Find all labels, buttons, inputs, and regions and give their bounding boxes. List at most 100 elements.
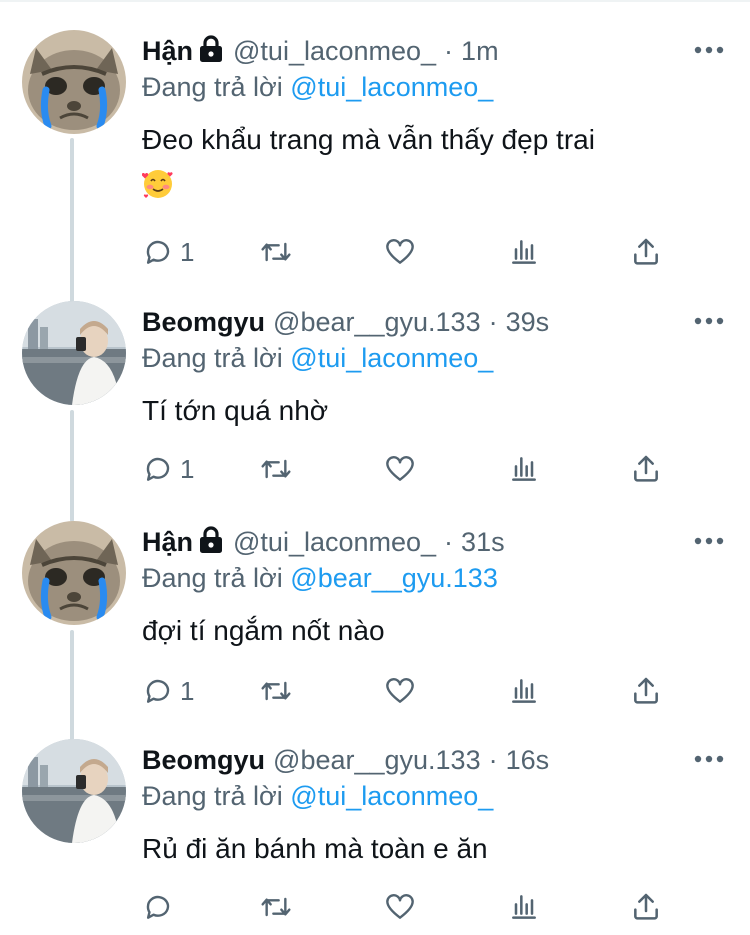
replying-to-label: Đang trả lời [142,781,283,811]
reply-count: 1 [180,453,195,484]
avatar-beomgyu[interactable] [22,301,126,405]
separator-dot: · [488,306,498,337]
tweet-header: Beomgyu @bear__gyu.133 · 16s [142,743,549,777]
replying-to-label: Đang trả lời [142,72,283,102]
tweet-text-body: Đeo khẩu trang mà vẫn thấy đẹp trai [142,124,595,155]
views-icon [512,895,536,919]
display-name[interactable]: Hận [142,36,193,67]
share-button[interactable] [630,673,662,709]
heart-icon [386,678,414,703]
tweet-actions: 1 [142,451,672,487]
replying-to: Đang trả lời @bear__gyu.133 [142,563,498,594]
thread-line [70,630,74,742]
user-handle[interactable]: @bear__gyu.133 [273,307,481,338]
separator-dot: · [444,526,454,557]
reply-icon [146,240,170,264]
views-button[interactable] [508,234,540,270]
views-icon [512,240,536,264]
heart-icon [386,239,414,264]
like-button[interactable] [384,234,416,270]
retweet-icon [261,897,291,917]
reply-button[interactable]: 1 [142,234,194,270]
tweet-text-body: Rủ đi ăn bánh mà toàn e ăn [142,833,488,864]
retweet-button[interactable] [260,673,292,709]
share-button[interactable] [630,234,662,270]
retweet-icon [261,459,291,479]
replying-to-mention[interactable]: @tui_laconmeo_ [290,72,493,102]
heart-icon [386,456,414,481]
reply-icon [146,457,170,481]
lock-icon [197,34,225,64]
tweet-header: Hận @tui_laconmeo_ · 1m [142,34,499,68]
replying-to-mention[interactable]: @bear__gyu.133 [290,563,498,593]
replying-to-mention[interactable]: @tui_laconmeo_ [290,781,493,811]
views-button[interactable] [508,673,540,709]
share-icon [634,238,658,265]
timestamp[interactable]: 39s [506,307,550,338]
views-icon [512,457,536,481]
like-button[interactable] [384,889,416,925]
more-options-icon[interactable] [694,313,724,325]
user-handle[interactable]: @tui_laconmeo_ [233,36,436,67]
avatar-beomgyu[interactable] [22,739,126,843]
more-options-icon[interactable] [694,751,724,763]
replying-to: Đang trả lời @tui_laconmeo_ [142,781,493,812]
separator-dot: · [444,35,454,66]
thread-line [70,410,74,522]
tweet-text: đợi tí ngắm nốt nào [142,609,702,653]
display-name[interactable]: Hận [142,527,193,558]
reply-icon [146,895,170,919]
tweet-actions: 1 [142,234,672,270]
tweet-text-body: Tí tớn quá nhờ [142,395,329,426]
like-button[interactable] [384,673,416,709]
retweet-icon [261,242,291,262]
views-button[interactable] [508,889,540,925]
reply-button[interactable]: 1 [142,451,194,487]
share-icon [634,677,658,704]
tweet-text: Đeo khẩu trang mà vẫn thấy đẹp trai [141,118,702,213]
more-options-icon[interactable] [694,533,724,545]
tweet-header: Beomgyu @bear__gyu.133 · 39s [142,305,549,339]
display-name[interactable]: Beomgyu [142,745,265,776]
smiling-face-with-hearts-icon [141,168,174,200]
tweet-actions: 1 [142,673,672,709]
reply-icon [146,679,170,703]
tweet-actions [142,889,672,925]
avatar-cat[interactable] [22,30,126,134]
timestamp[interactable]: 31s [461,527,505,558]
reply-button[interactable]: 1 [142,673,194,709]
separator-dot: · [488,744,498,775]
like-button[interactable] [384,451,416,487]
retweet-button[interactable] [260,451,292,487]
user-handle[interactable]: @bear__gyu.133 [273,745,481,776]
replying-to-label: Đang trả lời [142,343,283,373]
thread-line [70,138,74,308]
timestamp[interactable]: 16s [506,745,550,776]
share-icon [634,893,658,920]
user-handle[interactable]: @tui_laconmeo_ [233,527,436,558]
views-icon [512,679,536,703]
reply-count: 1 [180,675,195,706]
top-divider [0,0,750,2]
tweet-text-body: đợi tí ngắm nốt nào [142,615,385,646]
retweet-button[interactable] [260,889,292,925]
more-options-icon[interactable] [694,42,724,54]
replying-to-mention[interactable]: @tui_laconmeo_ [290,343,493,373]
lock-icon [197,525,225,555]
display-name[interactable]: Beomgyu [142,307,265,338]
tweet-header: Hận @tui_laconmeo_ · 31s [142,525,505,559]
tweet-text: Rủ đi ăn bánh mà toàn e ăn [142,827,702,871]
share-button[interactable] [630,889,662,925]
avatar-cat[interactable] [22,521,126,625]
reply-button[interactable] [142,889,180,925]
views-button[interactable] [508,451,540,487]
reply-count: 1 [180,236,195,267]
share-icon [634,455,658,482]
heart-icon [386,894,414,919]
timestamp[interactable]: 1m [461,36,499,67]
retweet-button[interactable] [260,234,292,270]
tweet-text: Tí tớn quá nhờ [142,389,702,433]
replying-to: Đang trả lời @tui_laconmeo_ [142,72,493,103]
retweet-icon [261,681,291,701]
share-button[interactable] [630,451,662,487]
